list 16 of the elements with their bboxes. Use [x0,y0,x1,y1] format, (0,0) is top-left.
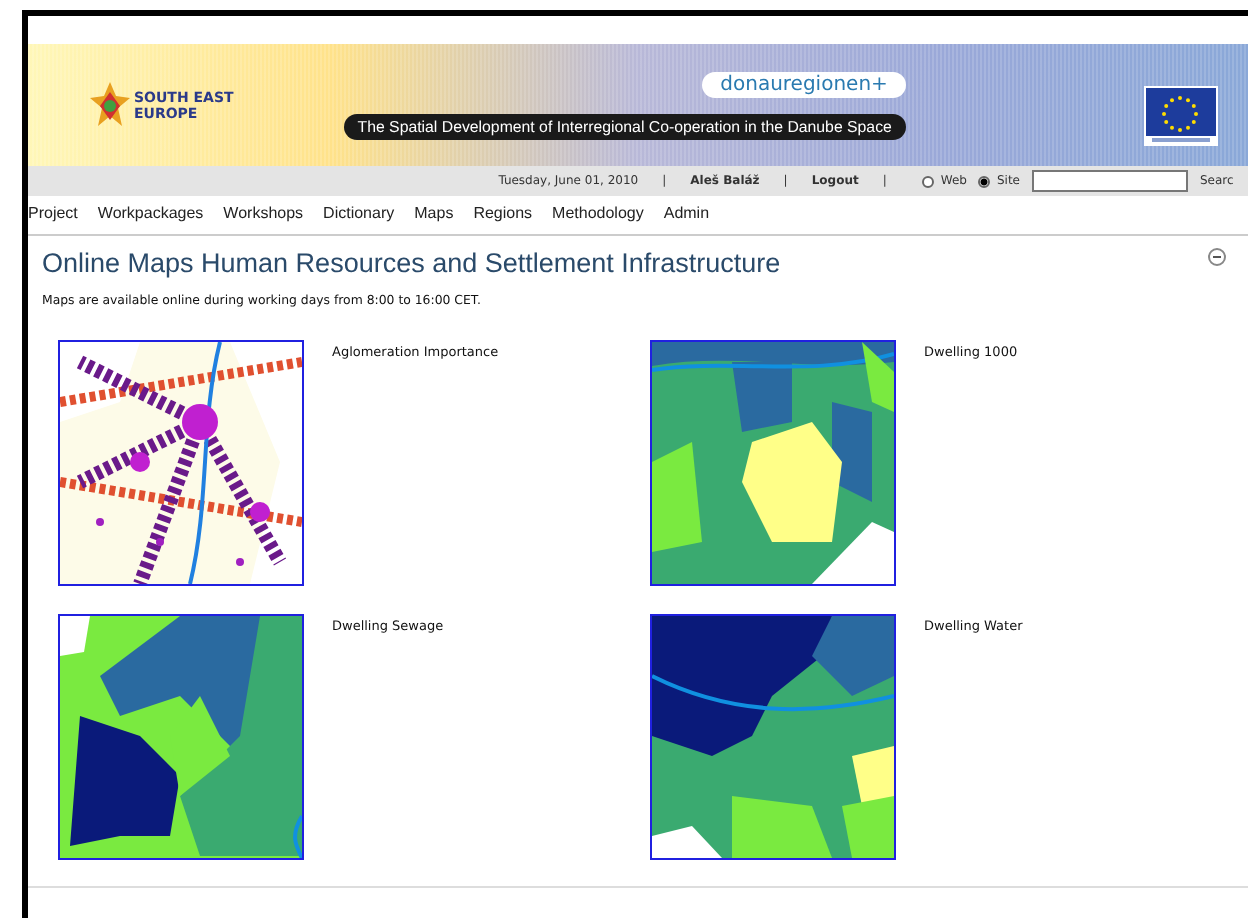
nav-link[interactable]: Admin [663,204,710,222]
nav-link[interactable]: Workpackages [97,204,204,222]
nav-link[interactable]: Methodology [552,204,644,222]
search-field[interactable] [1032,170,1188,192]
brand-logo: donauregionen+ [702,71,906,97]
page-title: Online Maps Human Resources and Settlement Infrastructure [42,248,781,278]
radio-button[interactable] [978,175,991,187]
radio-button[interactable] [922,175,935,187]
nav-link[interactable]: Dictionary [323,204,395,222]
eu-flag-icon [1144,85,1218,145]
nav-link[interactable]: Workshops [223,204,304,222]
star-logo-icon [90,81,130,129]
collapse-icon [1208,248,1226,266]
nav-link[interactable]: Project [28,204,78,222]
nav-link[interactable]: Regions [473,204,533,222]
nav-link[interactable]: Maps [414,204,454,222]
